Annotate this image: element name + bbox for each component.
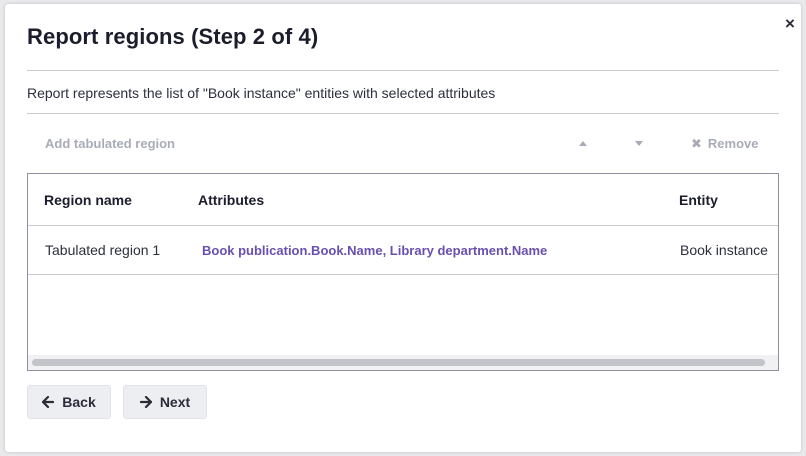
column-header-entity[interactable]: Entity [679,192,718,208]
table-header: Region name Attributes Entity [28,174,778,226]
column-header-region-name[interactable]: Region name [44,192,132,208]
entity-cell: Book instance [680,242,768,258]
remove-button[interactable]: ✖ Remove [691,136,758,151]
divider [27,113,779,114]
back-button[interactable]: Back [27,385,111,419]
next-button[interactable]: Next [123,385,207,419]
attributes-link[interactable]: Book publication.Book.Name, Library depa… [202,243,547,258]
remove-x-icon: ✖ [691,136,702,151]
triangle-up-icon [579,140,587,146]
table-row[interactable]: Tabulated region 1 Book publication.Book… [28,227,778,275]
arrow-right-icon [139,396,152,408]
divider [27,70,779,71]
regions-table: Region name Attributes Entity Tabulated … [27,173,779,371]
column-header-attributes[interactable]: Attributes [198,192,264,208]
next-label: Next [159,394,191,410]
move-down-button[interactable] [632,137,646,149]
triangle-down-icon [635,140,643,146]
close-icon[interactable]: × [783,15,797,32]
regions-toolbar: Add tabulated region ✖ Remove [27,130,779,156]
report-regions-dialog: × Report regions (Step 2 of 4) Report re… [5,4,801,452]
remove-label: Remove [707,136,759,151]
move-up-button[interactable] [576,137,590,149]
dialog-title: Report regions (Step 2 of 4) [27,24,319,49]
dialog-description: Report represents the list of "Book inst… [27,85,496,101]
arrow-left-icon [42,396,55,408]
region-name-cell: Tabulated region 1 [45,242,161,258]
back-label: Back [62,394,96,410]
add-tabulated-region-button[interactable]: Add tabulated region [45,136,175,151]
scrollbar-thumb[interactable] [32,359,765,366]
